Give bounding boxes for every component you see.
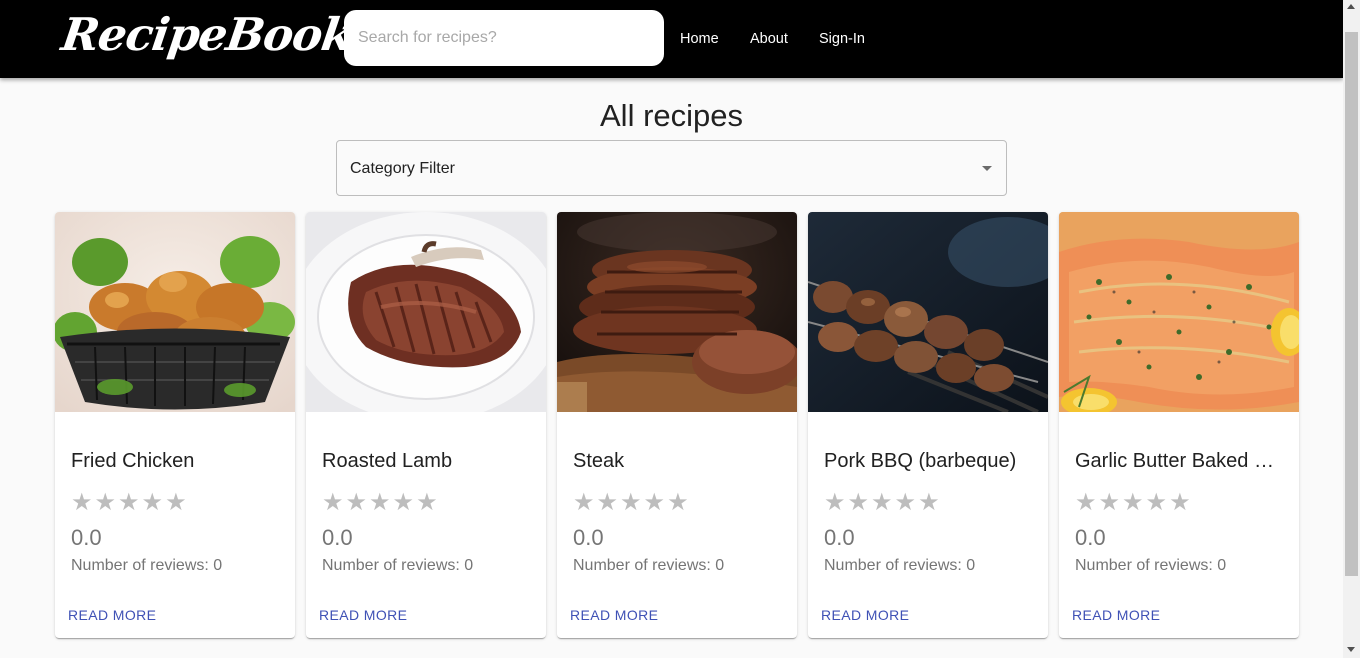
recipe-card[interactable]: Roasted Lamb ★ ★ ★ ★ ★ 0.0 Number of rev… <box>306 212 546 638</box>
star-icon[interactable]: ★ <box>1169 491 1191 515</box>
star-icon[interactable]: ★ <box>1099 491 1121 515</box>
recipe-card[interactable]: Fried Chicken ★ ★ ★ ★ ★ 0.0 Number of re… <box>55 212 295 638</box>
scroll-down-icon[interactable] <box>1347 647 1355 652</box>
rating-value: 0.0 <box>71 525 102 550</box>
nav-about[interactable]: About <box>750 31 788 47</box>
star-icon[interactable]: ★ <box>871 491 893 515</box>
review-count: Number of reviews: 0 <box>824 557 976 574</box>
star-icon[interactable]: ★ <box>346 491 368 515</box>
star-icon[interactable]: ★ <box>393 491 415 515</box>
review-count: Number of reviews: 0 <box>573 557 725 574</box>
scrollbar[interactable] <box>1343 0 1360 658</box>
star-icon[interactable]: ★ <box>369 491 391 515</box>
star-icon[interactable]: ★ <box>1146 491 1168 515</box>
read-more-button[interactable]: READ MORE <box>570 607 658 623</box>
read-more-button[interactable]: READ MORE <box>821 607 909 623</box>
rating-stars[interactable]: ★ ★ ★ ★ ★ <box>71 491 187 515</box>
recipe-title: Steak <box>573 450 625 472</box>
roasted-lamb-photo[interactable] <box>306 212 546 412</box>
star-icon[interactable]: ★ <box>142 491 164 515</box>
star-icon[interactable]: ★ <box>71 491 93 515</box>
scroll-thumb[interactable] <box>1345 32 1358 576</box>
recipe-title: Pork BBQ (barbeque) <box>824 450 1017 472</box>
read-more-button[interactable]: READ MORE <box>68 607 156 623</box>
rating-value: 0.0 <box>824 525 855 550</box>
page-title: All recipes <box>600 98 743 133</box>
star-icon[interactable]: ★ <box>644 491 666 515</box>
category-filter-select[interactable]: Category Filter <box>336 140 1007 196</box>
logo[interactable]: RecipeBook <box>58 8 355 61</box>
recipe-card[interactable]: Pork BBQ (barbeque) ★ ★ ★ ★ ★ 0.0 Number… <box>808 212 1048 638</box>
rating-stars[interactable]: ★ ★ ★ ★ ★ <box>322 491 438 515</box>
recipe-title: Roasted Lamb <box>322 450 453 472</box>
recipe-title: Garlic Butter Baked Salmon <box>1075 450 1287 472</box>
star-icon[interactable]: ★ <box>848 491 870 515</box>
star-icon[interactable]: ★ <box>620 491 642 515</box>
dropdown-arrow-icon <box>982 166 992 171</box>
recipe-card[interactable]: Garlic Butter Baked Salmon ★ ★ ★ ★ ★ 0.0… <box>1059 212 1299 638</box>
read-more-button[interactable]: READ MORE <box>319 607 407 623</box>
star-icon[interactable]: ★ <box>918 491 940 515</box>
star-icon[interactable]: ★ <box>416 491 438 515</box>
star-icon[interactable]: ★ <box>322 491 344 515</box>
star-icon[interactable]: ★ <box>1075 491 1097 515</box>
category-filter-label: Category Filter <box>350 160 455 177</box>
rating-stars[interactable]: ★ ★ ★ ★ ★ <box>573 491 689 515</box>
star-icon[interactable]: ★ <box>573 491 595 515</box>
app-bar: RecipeBook Home About Sign-In <box>0 0 1343 78</box>
rating-value: 0.0 <box>322 525 353 550</box>
star-icon[interactable]: ★ <box>1122 491 1144 515</box>
star-icon[interactable]: ★ <box>895 491 917 515</box>
recipe-card-list: Fried Chicken ★ ★ ★ ★ ★ 0.0 Number of re… <box>55 212 1299 638</box>
rating-value: 0.0 <box>1075 525 1106 550</box>
recipe-title: Fried Chicken <box>71 450 195 472</box>
rating-value: 0.0 <box>573 525 604 550</box>
star-icon[interactable]: ★ <box>824 491 846 515</box>
star-icon[interactable]: ★ <box>597 491 619 515</box>
review-count: Number of reviews: 0 <box>71 557 223 574</box>
star-icon[interactable]: ★ <box>118 491 140 515</box>
star-icon[interactable]: ★ <box>95 491 117 515</box>
review-count: Number of reviews: 0 <box>1075 557 1227 574</box>
steak-photo[interactable] <box>557 212 797 412</box>
baked-salmon-photo[interactable] <box>1059 212 1299 412</box>
nav-sign-in[interactable]: Sign-In <box>819 31 865 47</box>
rating-stars[interactable]: ★ ★ ★ ★ ★ <box>824 491 940 515</box>
star-icon[interactable]: ★ <box>667 491 689 515</box>
recipe-card[interactable]: Steak ★ ★ ★ ★ ★ 0.0 Number of reviews: 0… <box>557 212 797 638</box>
review-count: Number of reviews: 0 <box>322 557 474 574</box>
fried-chicken-photo[interactable] <box>55 212 295 412</box>
star-icon[interactable]: ★ <box>165 491 187 515</box>
rating-stars[interactable]: ★ ★ ★ ★ ★ <box>1075 491 1191 515</box>
nav-home[interactable]: Home <box>680 31 719 47</box>
read-more-button[interactable]: READ MORE <box>1072 607 1160 623</box>
search-input[interactable] <box>344 10 664 66</box>
pork-bbq-photo[interactable] <box>808 212 1048 412</box>
scroll-up-icon[interactable] <box>1347 4 1355 9</box>
